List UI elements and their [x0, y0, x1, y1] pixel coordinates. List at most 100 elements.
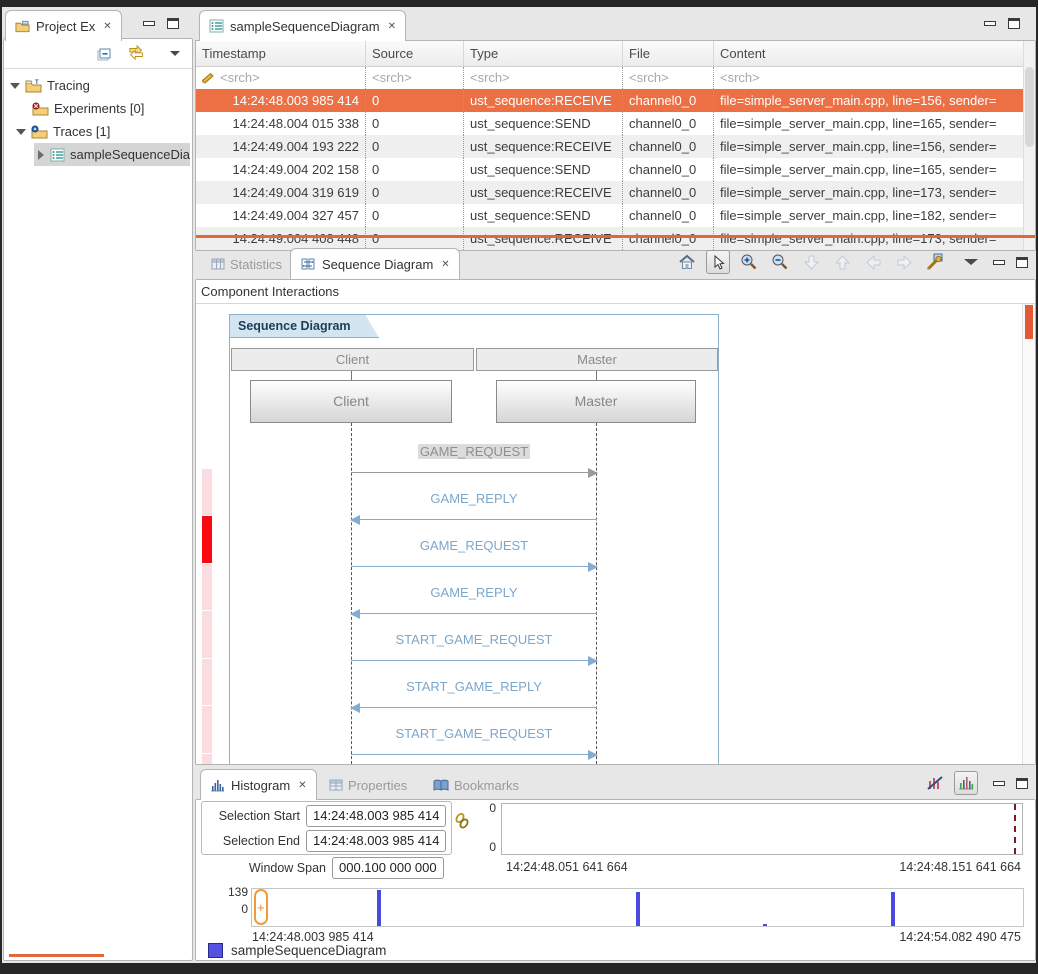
table-row[interactable]: 14:24:48.004 015 338 0 ust_sequence:SEND…: [196, 112, 1035, 135]
tree-item-experiments[interactable]: Experiments [0]: [4, 97, 190, 120]
view-menu-icon[interactable]: [964, 259, 978, 265]
window-span-field[interactable]: 000.100 000 000: [332, 857, 444, 879]
maximize-icon[interactable]: [1016, 257, 1028, 268]
expand-icon[interactable]: [10, 83, 20, 89]
time-marker-selected[interactable]: [202, 516, 212, 563]
reset-zoom-home-icon[interactable]: [675, 250, 699, 274]
column-header-master[interactable]: Master: [476, 348, 718, 371]
scrollbar-thumb[interactable]: [1025, 67, 1034, 147]
minimize-icon[interactable]: [984, 21, 996, 26]
scroll-up-icon[interactable]: [830, 250, 854, 274]
time-marker[interactable]: [202, 611, 212, 658]
selection-start-field[interactable]: 14:24:48.003 985 414: [306, 805, 446, 827]
search-type-input[interactable]: <srch>: [464, 67, 623, 89]
time-marker[interactable]: [202, 659, 212, 705]
cell-type: ust_sequence:RECEIVE: [464, 89, 623, 112]
selection-end-field[interactable]: 14:24:48.003 985 414: [306, 830, 446, 852]
column-header-content[interactable]: Content: [714, 41, 1024, 66]
arrow-left-icon: [350, 515, 360, 525]
close-icon[interactable]: ✕: [298, 780, 306, 791]
scroll-right-icon[interactable]: [892, 250, 916, 274]
close-icon[interactable]: ✕: [388, 21, 396, 32]
message[interactable]: START_GAME_REQUEST: [351, 726, 597, 762]
zoom-in-icon[interactable]: [737, 250, 761, 274]
search-file-input[interactable]: <srch>: [623, 67, 714, 89]
tab-bookmarks[interactable]: Bookmarks: [427, 773, 525, 797]
maximize-icon[interactable]: [1016, 778, 1028, 789]
table-row[interactable]: 14:24:49.004 202 158 0 ust_sequence:SEND…: [196, 158, 1035, 181]
tab-sequence-diagram[interactable]: Sequence Diagram ✕: [290, 248, 460, 279]
tab-sequence-diagram-label: Sequence Diagram: [322, 257, 433, 272]
message[interactable]: GAME_REQUEST: [351, 538, 597, 574]
collapse-all-icon[interactable]: [96, 46, 112, 67]
hide-lost-events-icon[interactable]: [923, 771, 947, 795]
zoom-out-icon[interactable]: [768, 250, 792, 274]
close-icon[interactable]: ✕: [103, 21, 111, 32]
histogram-selection-marker[interactable]: [254, 889, 268, 925]
minimize-icon[interactable]: [993, 260, 1005, 265]
message[interactable]: GAME_REPLY: [351, 585, 597, 621]
view-menu-icon[interactable]: [170, 51, 180, 56]
tab-statistics[interactable]: Statistics: [205, 252, 288, 276]
cell-file: channel0_0: [623, 181, 714, 204]
column-header-timestamp[interactable]: Timestamp: [196, 41, 366, 66]
scroll-down-icon[interactable]: [799, 250, 823, 274]
tab-events-editor[interactable]: sampleSequenceDiagram ✕: [199, 10, 406, 41]
tab-histogram[interactable]: Histogram ✕: [200, 769, 317, 800]
time-marker[interactable]: [202, 564, 212, 610]
column-header-type[interactable]: Type: [464, 41, 623, 66]
search-timestamp-input[interactable]: <srch>: [220, 67, 260, 89]
lifeline-box-client[interactable]: Client: [250, 380, 452, 423]
close-icon[interactable]: ✕: [441, 259, 449, 270]
tree-item-trace[interactable]: sampleSequenceDia: [34, 143, 190, 166]
tree-item-traces[interactable]: Traces [1]: [4, 120, 190, 143]
cell-source: 0: [366, 204, 464, 227]
tab-project-explorer[interactable]: Project Ex ✕: [5, 10, 122, 41]
expand-icon[interactable]: [38, 150, 44, 160]
search-source-input[interactable]: <srch>: [366, 67, 464, 89]
link-selection-icon[interactable]: [454, 812, 470, 835]
column-header-file[interactable]: File: [623, 41, 714, 66]
message[interactable]: START_GAME_REQUEST: [351, 632, 597, 668]
table-row[interactable]: 14:24:49.004 327 457 0 ust_sequence:SEND…: [196, 204, 1035, 227]
cell-timestamp: 14:24:49.004 202 158: [196, 158, 366, 181]
vertical-scrollbar[interactable]: [1023, 41, 1035, 250]
time-marker[interactable]: [202, 469, 212, 515]
column-header-source[interactable]: Source: [366, 41, 464, 66]
range-histogram[interactable]: [501, 803, 1023, 855]
table-row[interactable]: 14:24:49.004 193 222 0 ust_sequence:RECE…: [196, 135, 1035, 158]
svg-text:T: T: [35, 80, 39, 86]
scroll-left-icon[interactable]: [861, 250, 885, 274]
cell-type: ust_sequence:SEND: [464, 204, 623, 227]
message[interactable]: GAME_REQUEST: [351, 444, 597, 480]
tab-events-editor-label: sampleSequenceDiagram: [230, 19, 380, 34]
lifeline-box-master[interactable]: Master: [496, 380, 696, 423]
expand-icon[interactable]: [16, 129, 26, 135]
message[interactable]: GAME_REPLY: [351, 491, 597, 527]
sequence-diagram-canvas[interactable]: Sequence Diagram Client Master Client Ma…: [196, 303, 1035, 764]
tree-item-tracing[interactable]: T Tracing: [4, 74, 190, 97]
configure-filters-icon[interactable]: [923, 250, 947, 274]
tab-properties-label: Properties: [348, 778, 407, 793]
vertical-scrollbar[interactable]: [1022, 304, 1035, 764]
maximize-icon[interactable]: [167, 18, 179, 29]
message[interactable]: START_GAME_REPLY: [351, 679, 597, 715]
select-tool-icon[interactable]: [706, 250, 730, 274]
time-marker[interactable]: [202, 706, 212, 753]
link-with-editor-icon[interactable]: [128, 45, 146, 66]
minimize-icon[interactable]: [993, 781, 1005, 786]
table-row[interactable]: 14:24:49.004 319 619 0 ust_sequence:RECE…: [196, 181, 1035, 204]
search-content-input[interactable]: <srch>: [714, 67, 1024, 89]
events-table: Timestamp Source Type File Content <srch…: [195, 40, 1036, 251]
full-histogram[interactable]: [251, 888, 1024, 927]
minimize-icon[interactable]: [143, 21, 155, 26]
tab-histogram-label: Histogram: [231, 778, 290, 793]
maximize-icon[interactable]: [1008, 18, 1020, 29]
activate-trace-coloring-icon[interactable]: [954, 771, 978, 795]
tab-properties[interactable]: Properties: [323, 773, 413, 797]
sash-highlight[interactable]: [196, 235, 1035, 238]
tracing-project-icon: T: [25, 79, 42, 93]
time-marker[interactable]: [202, 754, 212, 764]
column-header-client[interactable]: Client: [231, 348, 474, 371]
table-row[interactable]: 14:24:48.003 985 414 0 ust_sequence:RECE…: [196, 89, 1035, 112]
